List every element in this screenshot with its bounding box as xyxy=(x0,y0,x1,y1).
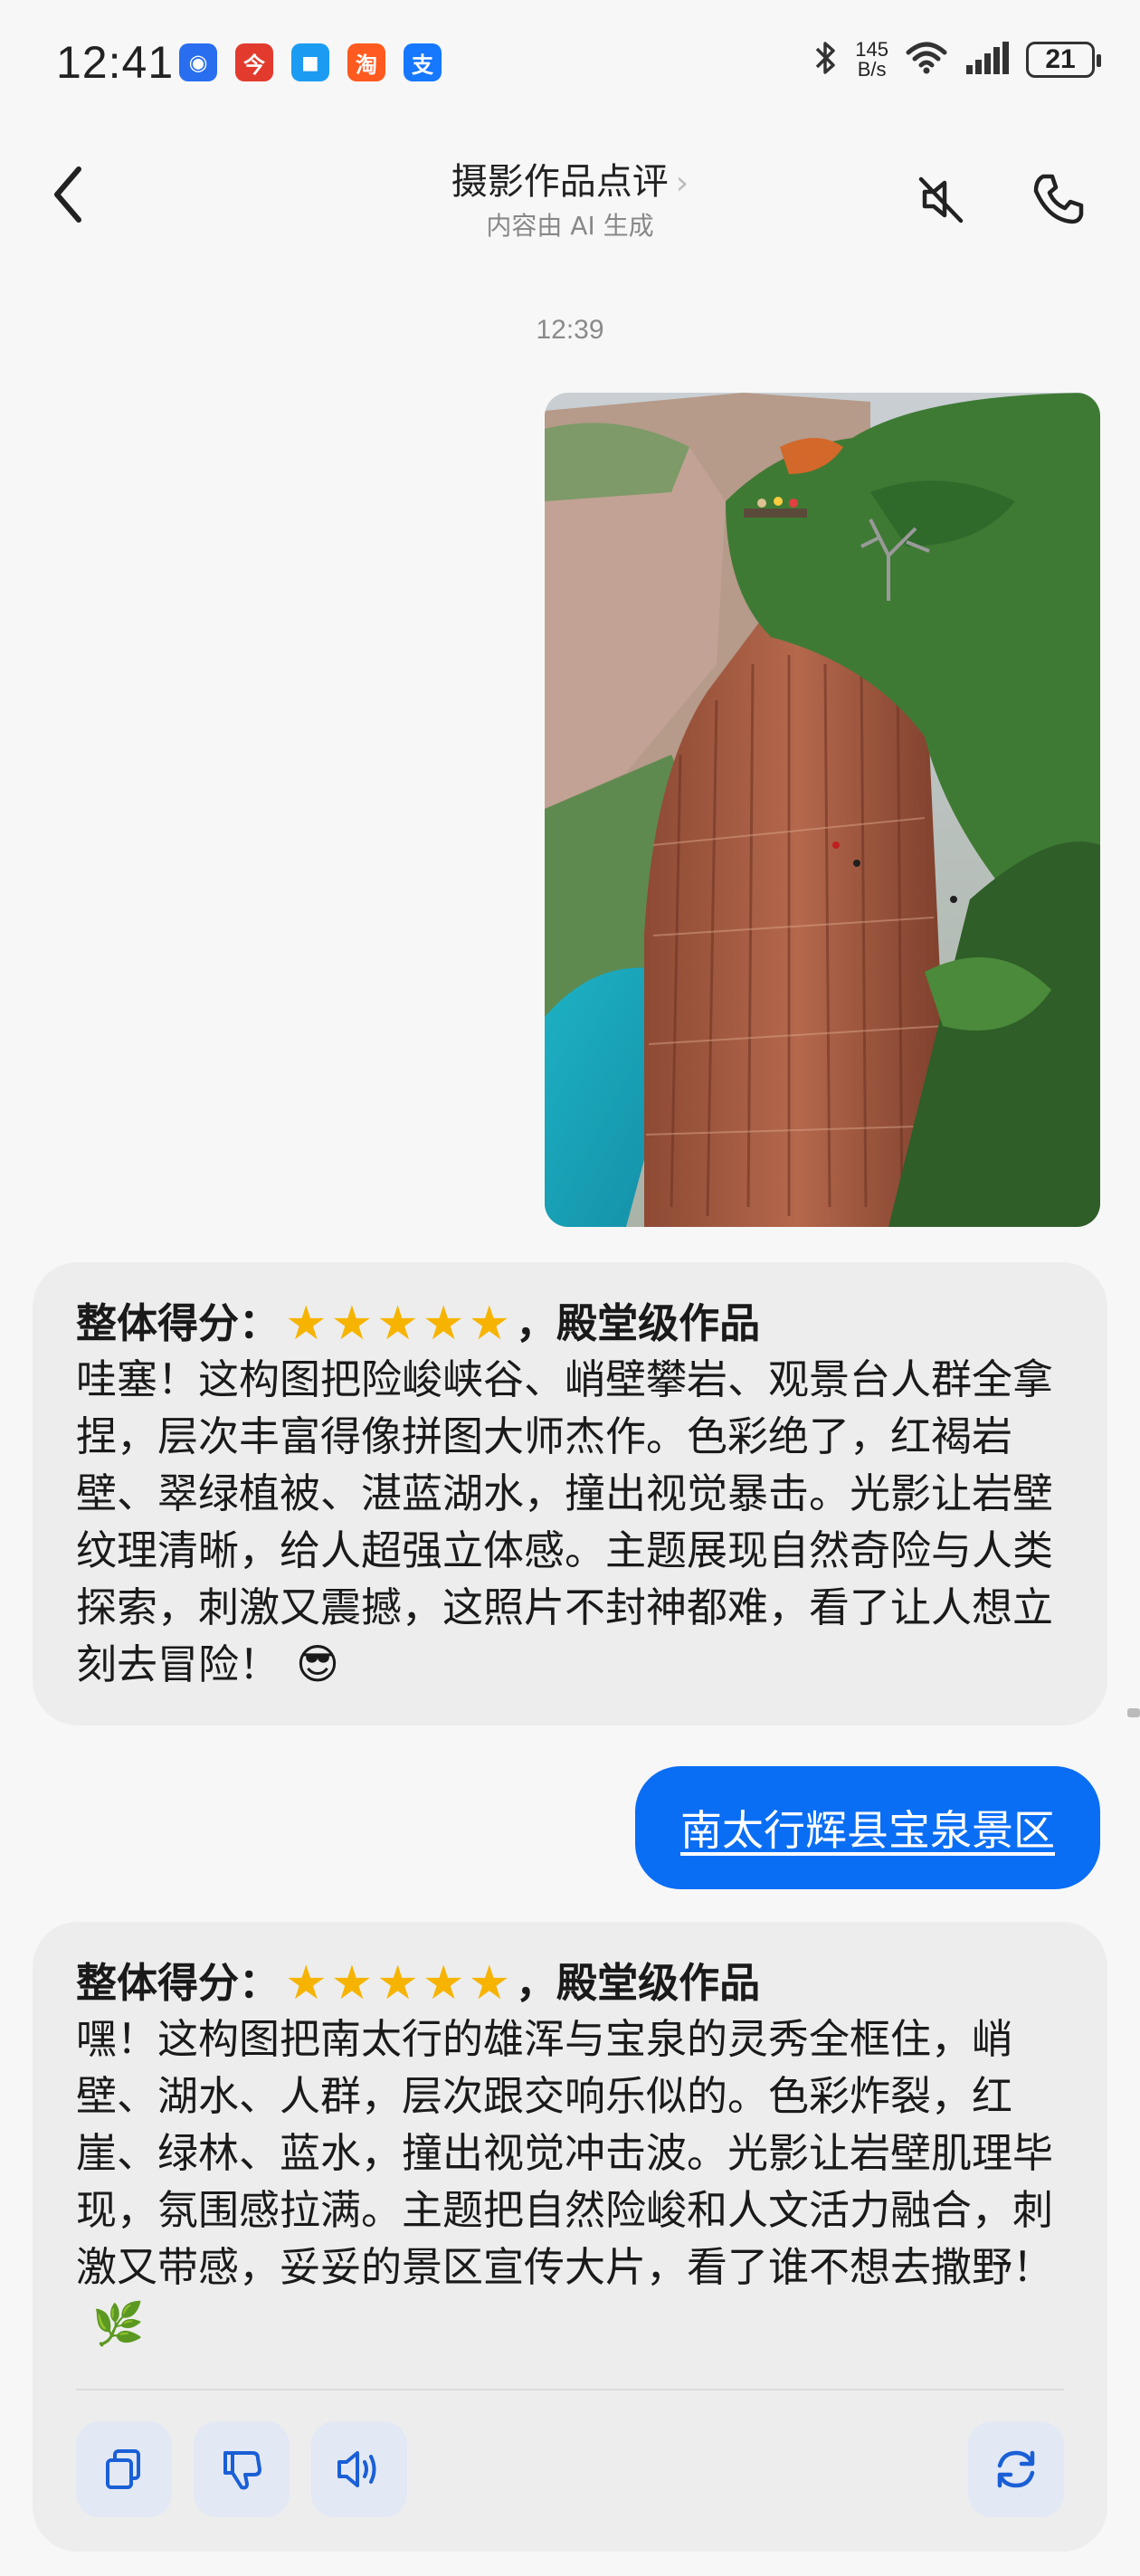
star-icon: ★ xyxy=(330,1956,374,2010)
message-actions xyxy=(76,2421,1064,2517)
user-message-link[interactable]: 南太行辉县宝泉景区 xyxy=(680,1798,1055,1858)
review-text-body: 哇塞！这构图把险峻峡谷、峭壁攀岩、观景台人群全拿捏，层次丰富得像拼图大师杰作。色… xyxy=(76,1355,1054,1688)
score-label: 整体得分： xyxy=(76,1299,280,1347)
star-icon: ★ xyxy=(468,1956,511,2010)
ai-reply-bubble: 整体得分： ★ ★ ★ ★ ★ ，殿堂级作品 哇塞！这构图把险峻峡谷、峭壁攀岩、观景台人… xyxy=(33,1262,1107,1725)
bluetooth-icon xyxy=(812,38,839,81)
cool-face-emoji: 😎 xyxy=(296,1640,339,1688)
review-text: 嘿！这构图把南太行的雄浑与宝泉的灵秀全框住，峭壁、湖水、人群，层次跟交响乐似的。… xyxy=(76,2010,1064,2353)
star-icon: ★ xyxy=(422,1297,465,1351)
alipay-app-icon: 支 xyxy=(404,43,442,81)
dislike-button[interactable] xyxy=(194,2421,290,2517)
speaker-icon xyxy=(337,2451,376,2487)
regenerate-icon xyxy=(997,2450,1035,2488)
star-icon: ★ xyxy=(376,1297,419,1351)
wifi-icon xyxy=(905,40,948,80)
review-text-body: 嘿！这构图把南太行的雄浑与宝泉的灵秀全框住，峭壁、湖水、人群，层次跟交响乐似的。… xyxy=(76,2015,1054,2291)
regenerate-button[interactable] xyxy=(968,2421,1064,2517)
battery-indicator: 21 xyxy=(1026,42,1101,78)
sent-photo[interactable] xyxy=(545,393,1100,1227)
score-label: 整体得分： xyxy=(76,1959,280,2007)
speaker-muted-icon xyxy=(918,176,964,223)
review-text: 哇塞！这构图把险峻峡谷、峭壁攀岩、观景台人群全拿捏，层次丰富得像拼图大师杰作。色… xyxy=(76,1351,1064,1693)
copy-icon xyxy=(106,2449,140,2489)
taobao-app-icon: 淘 xyxy=(347,43,385,81)
call-button[interactable] xyxy=(1022,163,1095,235)
message-timestamp: 12:39 xyxy=(536,315,604,345)
net-speed-value: 145 xyxy=(855,38,888,61)
copy-button[interactable] xyxy=(76,2421,172,2517)
star-icon: ★ xyxy=(330,1297,374,1351)
score-verdict: ，殿堂级作品 xyxy=(516,1959,761,2007)
chevron-right-icon: › xyxy=(675,165,689,202)
notify-app-icon: ◉ xyxy=(179,43,217,81)
star-icon: ★ xyxy=(285,1297,328,1351)
chat-title-text: 摄影作品点评 xyxy=(451,161,669,203)
message-app-icon: ◼ xyxy=(291,43,329,81)
score-line: 整体得分： ★ ★ ★ ★ ★ ，殿堂级作品 xyxy=(76,1297,1064,1351)
chat-header: 摄影作品点评 › 内容由 AI 生成 xyxy=(0,136,1140,262)
ai-reply-bubble: 整体得分： ★ ★ ★ ★ ★ ，殿堂级作品 嘿！这构图把南太行的雄浑与宝泉的灵秀全框住… xyxy=(33,1922,1107,2552)
network-speed: 145 B/s xyxy=(855,40,888,80)
star-rating: ★ ★ ★ ★ ★ xyxy=(285,1297,510,1351)
dislike-icon xyxy=(223,2451,261,2490)
herb-emoji: 🌿 xyxy=(92,2299,145,2348)
score-verdict: ，殿堂级作品 xyxy=(516,1299,761,1347)
status-time: 12:41 xyxy=(56,37,175,88)
news-app-icon: 今 xyxy=(235,43,273,81)
user-message-bubble[interactable]: 南太行辉县宝泉景区 xyxy=(635,1766,1100,1889)
score-line: 整体得分： ★ ★ ★ ★ ★ ，殿堂级作品 xyxy=(76,1956,1064,2010)
status-bar: 12:41 ◉ 今 ◼ 淘支 145 B/s 21 xyxy=(0,0,1140,127)
star-icon: ★ xyxy=(468,1297,511,1351)
read-aloud-button[interactable] xyxy=(311,2421,407,2517)
mute-button[interactable] xyxy=(905,163,977,235)
status-indicators: 145 B/s 21 xyxy=(812,38,1101,81)
notification-icons: ◉ 今 ◼ 淘支 xyxy=(179,43,442,81)
star-icon: ★ xyxy=(376,1956,419,2010)
star-icon: ★ xyxy=(422,1956,465,2010)
cliff-landscape-image xyxy=(545,393,1100,1227)
signal-icon xyxy=(964,40,1010,80)
star-icon: ★ xyxy=(285,1956,328,2010)
divider xyxy=(76,2389,1064,2391)
phone-icon xyxy=(1033,174,1084,224)
scroll-indicator xyxy=(1127,1708,1140,1717)
net-speed-unit: B/s xyxy=(857,58,887,81)
star-rating: ★ ★ ★ ★ ★ xyxy=(285,1956,510,2010)
